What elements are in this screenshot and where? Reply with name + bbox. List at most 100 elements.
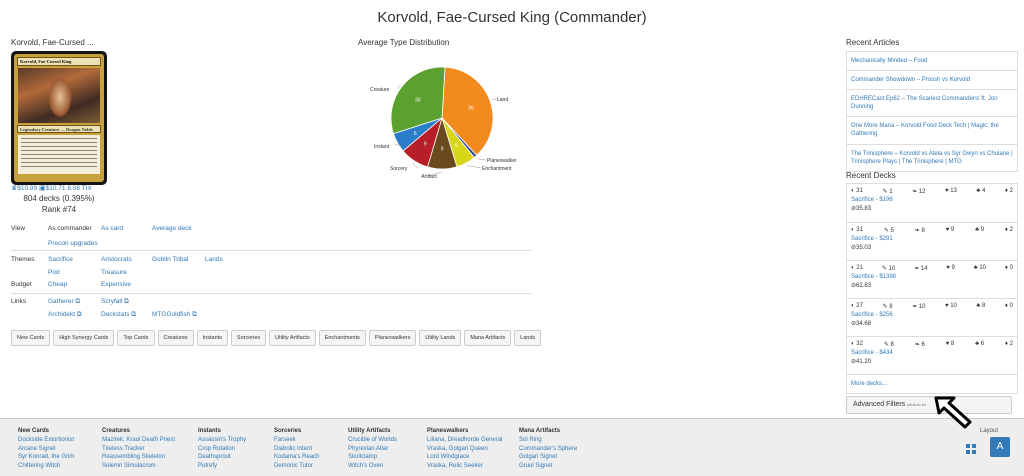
footer-card-link[interactable]: Phyrexian Altar [348,445,397,454]
footer-card-link[interactable]: Putrefy [198,462,246,471]
btn-utility-artifacts[interactable]: Utility Artifacts [269,330,316,346]
deck-item[interactable]: ◐ 31 ✎ 1 ❧ 12 ♥ 13 ♣ 4 ♦ 2 Sacrifice - $196 ⊘35… [847,184,1017,222]
article-link[interactable]: The Trinisphere – Korvold vs Atela vs Sy… [847,143,1017,171]
btn-sorceries[interactable]: Sorceries [230,330,267,346]
deck-name-link[interactable]: Sacrifice - $196 [851,197,1013,203]
footer-card-link[interactable]: Chittering Witch [18,462,74,471]
pie-category-label: Artifact [421,174,437,180]
footer-card-link[interactable]: Lord Windgrace [427,453,502,462]
btn-top-cards[interactable]: Top Cards [117,330,155,346]
article-link[interactable]: EDHRECast Ep62 – The Scariest Commanders… [847,89,1017,116]
link-scryfall[interactable]: Scryfall ⧉ [101,298,129,306]
theme-aristocrats[interactable]: Aristocrats [101,256,132,263]
deck-stat-value: 6 [980,341,985,347]
link-mtggoldfish[interactable]: MTGGoldfish ⧉ [152,311,197,319]
theme-treasure[interactable]: Treasure [101,269,127,276]
footer-card-link[interactable]: Syr Konrad, the Grim [18,453,74,462]
theme-lands[interactable]: Lands [205,256,223,263]
btn-creatures[interactable]: Creatures [157,330,194,346]
footer-card-link[interactable]: Crop Rotation [198,445,246,454]
footer-card-link[interactable]: Dockside Extortionist [18,436,74,445]
footer-column-heading[interactable]: Creatures [102,428,175,434]
deck-stat-value: 32 [856,341,863,347]
footer-card-link[interactable]: Arcane Signet [18,445,74,454]
deck-stat: ♥ 9 [946,265,955,272]
btn-new-cards[interactable]: New Cards [11,330,51,346]
footer-column-heading[interactable]: Instants [198,428,246,434]
deck-stats: ◐ 32 ✎ 8 ❧ 6 ♥ 8 ♣ 6 ♦ 2 [851,341,1013,348]
footer-card-link[interactable]: Sol Ring [519,436,577,445]
btn-lands[interactable]: Lands [514,330,542,346]
footer-card-link[interactable]: Assassin's Trophy [198,436,246,445]
external-link-icon: ⧉ [75,298,81,305]
deck-stat-value: 8 [921,228,925,234]
footer-card-link[interactable]: Vraska, Golgari Queen [427,445,502,454]
article-link[interactable]: Commander Showdown – Prossh vs Korvold [847,70,1017,89]
footer-card-link[interactable]: Mazirek, Kraul Death Priest [102,436,175,445]
footer-card-link[interactable]: Reassembling Skeleton [102,453,175,462]
view-as-commander[interactable]: As commander [48,225,92,232]
footer-card-link[interactable]: Witch's Oven [348,462,397,471]
footer-card-link[interactable]: Farseek [274,436,320,445]
theme-pod[interactable]: Pod [48,269,60,276]
card-image[interactable]: Korvold, Fae-Cursed King Legendary Creat… [11,51,107,185]
price-link-3[interactable]: 8.08 TIX [67,185,91,192]
advanced-filters-button[interactable]: Advanced Filters (click to ex [846,396,1012,414]
deck-stat: ♦ 0 [1005,265,1013,272]
footer-card-link[interactable]: Commander's Sphere [519,445,577,454]
text-layout-button[interactable]: A [990,437,1010,457]
footer-card-link[interactable]: Tireless Tracker [102,445,175,454]
footer-card-link[interactable]: Skullclamp [348,453,397,462]
link-deckstats[interactable]: Deckstats ⧉ [101,311,136,319]
deck-item[interactable]: ◐ 32 ✎ 8 ❧ 6 ♥ 8 ♣ 6 ♦ 2 Sacrifice - $434 ⊘41.2… [847,336,1017,374]
article-link[interactable]: One More Mana – Korvold Food Deck Tech |… [847,116,1017,143]
view-as-card[interactable]: As card [101,225,123,232]
deck-item[interactable]: ◐ 21 ✎ 10 ❧ 14 ♥ 9 ♣ 10 ♦ 0 Sacrifice - $1398 ⊘… [847,260,1017,298]
deck-item[interactable]: ◐ 27 ✎ 8 ❧ 10 ♥ 10 ♣ 8 ♦ 0 Sacrifice - $256 ⊘34… [847,298,1017,336]
article-link[interactable]: Mechanically Minded – Food [847,52,1017,70]
footer-column-heading[interactable]: Planeswalkers [427,428,502,434]
deck-item[interactable]: ◐ 31 ✎ 5 ❧ 8 ♥ 9 ♣ 9 ♦ 2 Sacrifice - $291 ⊘35.0… [847,222,1017,260]
theme-goblin-tribal[interactable]: Goblin Tribal [152,256,189,263]
footer-card-link[interactable]: Liliana, Dreadhorde General [427,436,502,445]
deck-name-link[interactable]: Sacrifice - $291 [851,236,1013,242]
budget-cheap[interactable]: Cheap [48,281,67,288]
footer-column-heading[interactable]: New Cards [18,428,74,434]
footer-column-heading[interactable]: Sorceries [274,428,320,434]
footer-card-link[interactable]: Kodama's Reach [274,453,320,462]
deck-name-link[interactable]: Sacrifice - $434 [851,350,1013,356]
more-decks-link[interactable]: More decks... [847,374,1017,393]
link-gatherer[interactable]: Gatherer ⧉ [48,298,80,306]
btn-enchantments[interactable]: Enchantments [318,330,366,346]
view-average-deck[interactable]: Average deck [152,225,192,232]
pie-category-label: Enchantment [482,166,512,172]
budget-expensive[interactable]: Expensive [101,281,131,288]
btn-high-synergy-cards[interactable]: High Synergy Cards [53,330,115,346]
footer-card-link[interactable]: Diabolic Intent [274,445,320,454]
link-archidekt[interactable]: Archidekt ⧉ [48,311,82,319]
footer-card-link[interactable]: Golgari Signet [519,453,577,462]
footer-card-link[interactable]: Crucible of Worlds [348,436,397,445]
grid-layout-icon[interactable] [966,444,976,454]
btn-planeswalkers[interactable]: Planeswalkers [368,330,417,346]
footer-card-link[interactable]: Gruul Signet [519,462,577,471]
footer-card-link[interactable]: Solemn Simulacrum [102,462,175,471]
view-precon-upgrades[interactable]: Precon upgrades [48,240,98,247]
footer-card-link[interactable]: Deathsprout [198,453,246,462]
footer-column-heading[interactable]: Mana Artifacts [519,428,577,434]
deck-stat: ◐ 31 [851,227,863,234]
deck-price-value: 34.68 [856,321,872,327]
theme-sacrifice[interactable]: Sacrifice [48,256,73,263]
btn-mana-artifacts[interactable]: Mana Artifacts [464,330,512,346]
btn-utility-lands[interactable]: Utility Lands [419,330,462,346]
price-link-1[interactable]: $10.99 [17,185,37,192]
footer-column-heading[interactable]: Utility Artifacts [348,428,397,434]
footer-card-link[interactable]: Vraska, Relic Seeker [427,462,502,471]
footer-card-link[interactable]: Demonic Tutor [274,462,320,471]
price-link-2[interactable]: $10.71 [46,185,66,192]
pie-leader-line [477,158,487,161]
btn-instants[interactable]: Instants [196,330,228,346]
deck-name-link[interactable]: Sacrifice - $1398 [851,274,1013,280]
pie-value-label: 9 [441,147,444,153]
deck-name-link[interactable]: Sacrifice - $256 [851,312,1013,318]
